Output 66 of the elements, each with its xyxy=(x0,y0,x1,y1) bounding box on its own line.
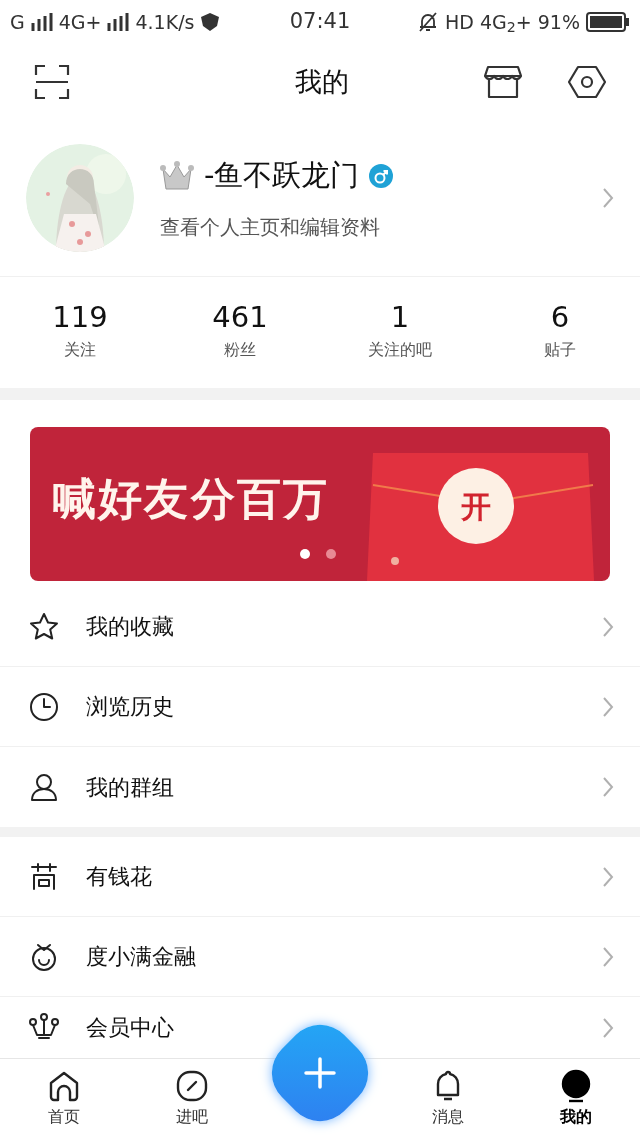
stat-label: 粉丝 xyxy=(224,339,256,361)
menu-item[interactable]: 浏览历史 xyxy=(0,667,640,747)
stat-value: 6 xyxy=(550,303,570,332)
stat-item[interactable]: 119 关注 xyxy=(0,303,160,362)
stat-label: 关注 xyxy=(64,339,96,361)
settings-icon xyxy=(568,65,606,99)
stat-label: 贴子 xyxy=(544,339,576,361)
crown-badge-icon xyxy=(160,161,194,191)
settings-button[interactable] xyxy=(568,64,606,100)
nav-tab[interactable]: 首页 xyxy=(0,1059,128,1138)
chevron-right-icon xyxy=(602,1016,614,1039)
battery-icon xyxy=(586,12,630,32)
username: -鱼不跃龙门 xyxy=(204,157,360,195)
profile-subtitle: 查看个人主页和编辑资料 xyxy=(160,213,381,241)
menu-label: 会员中心 xyxy=(86,1014,175,1042)
menu-item[interactable]: 会员中心 xyxy=(0,997,640,1058)
chevron-right-icon xyxy=(602,865,614,888)
clock-icon xyxy=(28,690,60,723)
menu-label: 我的收藏 xyxy=(86,613,175,641)
profile-icon xyxy=(559,1068,593,1103)
status-text: HD xyxy=(445,9,474,35)
nav-tab[interactable]: 消息 xyxy=(384,1059,512,1138)
status-text: G xyxy=(10,9,25,35)
banner-headline: 喊好友分百万 xyxy=(52,477,330,521)
shield-icon xyxy=(200,12,221,32)
chevron-right-icon xyxy=(602,695,614,718)
page-title: 我的 xyxy=(295,64,349,99)
stat-label: 关注的吧 xyxy=(368,339,432,361)
stat-value: 461 xyxy=(212,303,268,332)
status-time: 07:41 xyxy=(289,8,351,36)
menu-item[interactable]: 有钱花 xyxy=(0,837,640,917)
status-text: 4.1K/s xyxy=(135,9,195,35)
compass-icon xyxy=(175,1068,209,1103)
scan-icon xyxy=(34,64,70,100)
chevron-right-icon xyxy=(602,615,614,638)
stat-item[interactable]: 1 关注的吧 xyxy=(320,303,480,362)
chevron-right-icon xyxy=(602,776,614,798)
promo-banner[interactable]: 喊好友分百万 开 xyxy=(30,427,610,581)
plus-icon xyxy=(304,1057,336,1089)
signal-icon xyxy=(107,13,130,31)
male-icon xyxy=(369,164,394,188)
menu-label: 有钱花 xyxy=(86,863,153,891)
muted-bell-icon xyxy=(417,11,440,33)
menu-label: 浏览历史 xyxy=(86,693,175,721)
profile-row[interactable]: -鱼不跃龙门 查看个人主页和编辑资料 xyxy=(0,120,640,276)
stat-item[interactable]: 461 粉丝 xyxy=(160,303,320,362)
menu-label: 我的群组 xyxy=(86,773,175,802)
nav-tab[interactable]: 我的 xyxy=(512,1059,640,1138)
scan-button[interactable] xyxy=(34,64,70,100)
status-text: 4G+ xyxy=(58,9,102,35)
menu-item[interactable]: 我的收藏 xyxy=(0,587,640,667)
menu-label: 度小满金融 xyxy=(86,943,197,971)
status-text: 91% xyxy=(537,9,580,35)
chevron-right-icon xyxy=(602,187,614,209)
shop-button[interactable] xyxy=(484,64,522,100)
chevron-right-icon xyxy=(602,945,614,968)
signal-icon xyxy=(30,13,53,31)
stat-value: 119 xyxy=(52,303,108,332)
status-text: 4G$_{2}$+ xyxy=(479,9,532,37)
menu-item[interactable]: 度小满金融 xyxy=(0,917,640,997)
store-icon xyxy=(484,65,522,99)
person-icon xyxy=(28,771,60,803)
menu-item[interactable]: 我的群组 xyxy=(0,747,640,827)
nav-tab[interactable]: 进吧 xyxy=(128,1059,256,1138)
stat-value: 1 xyxy=(390,303,410,332)
stat-item[interactable]: 6 贴子 xyxy=(480,303,640,362)
